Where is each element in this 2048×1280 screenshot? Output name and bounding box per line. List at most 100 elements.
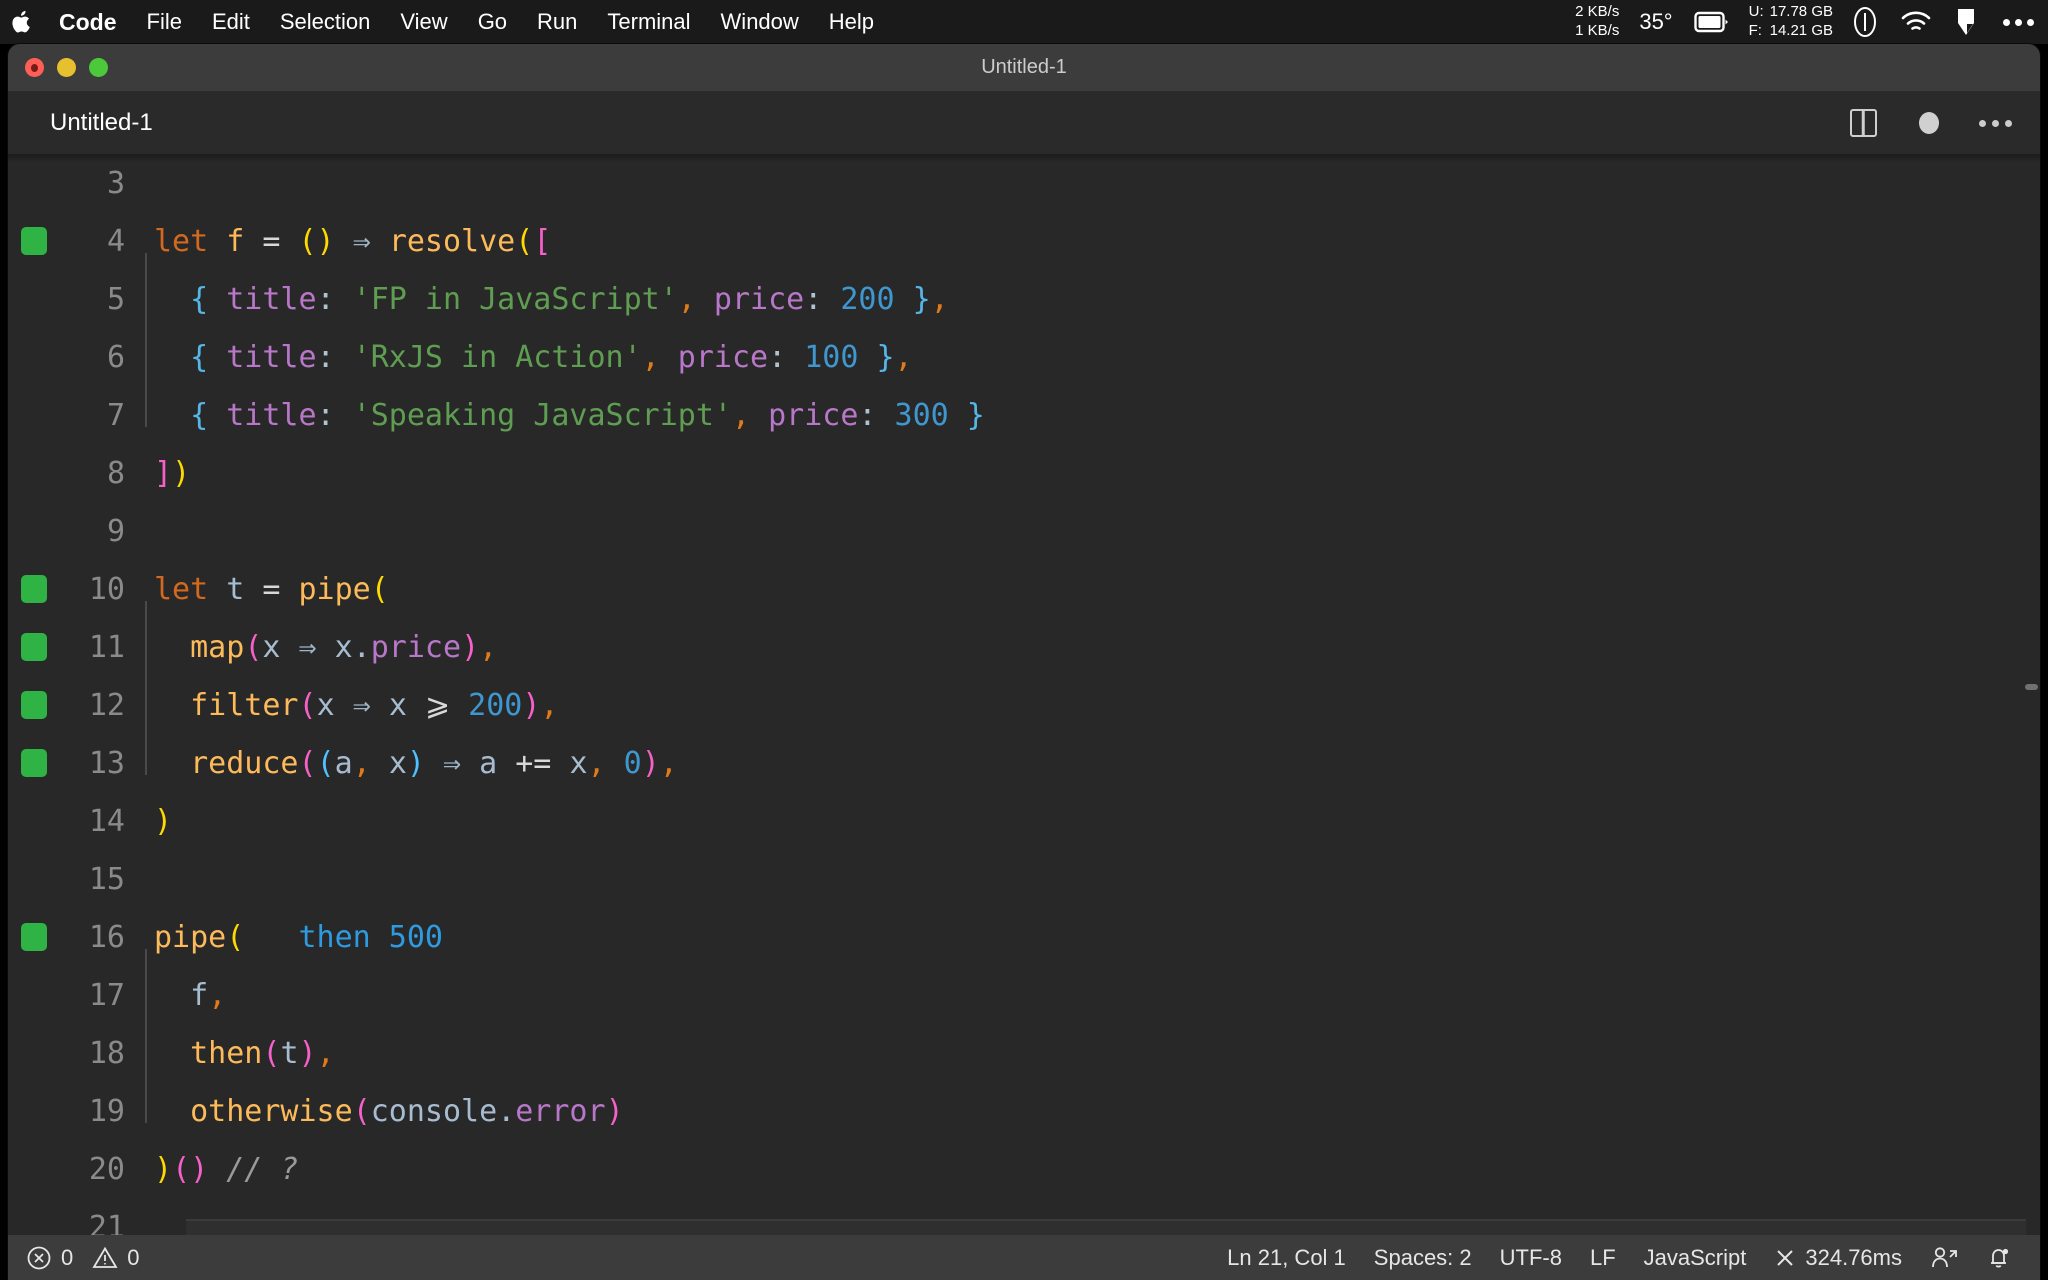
- problems-status[interactable]: 0 0: [26, 1235, 154, 1280]
- editor-action-bar: [1840, 92, 2018, 154]
- code-token: {: [190, 339, 209, 375]
- line-number: 7: [106, 397, 125, 433]
- code-line[interactable]: 17 f,: [8, 948, 2040, 1024]
- notifications-bell[interactable]: [1972, 1235, 2026, 1280]
- code-line[interactable]: 11 map(x ⇒ x.price),: [8, 600, 2040, 676]
- menu-item-run[interactable]: Run: [522, 0, 592, 44]
- battery-icon[interactable]: [1683, 10, 1741, 34]
- code-line-text: let f = () ⇒ resolve([: [143, 224, 551, 259]
- scrollbar-thumb[interactable]: [2025, 684, 2038, 690]
- menu-item-file[interactable]: File: [132, 0, 197, 44]
- menu-item-edit[interactable]: Edit: [197, 0, 265, 44]
- code-line[interactable]: 18 then(t),: [8, 1006, 2040, 1082]
- code-token: (: [352, 1093, 371, 1129]
- code-token: t: [226, 571, 245, 607]
- split-editor-right-button[interactable]: [1840, 100, 1886, 146]
- code-line[interactable]: 10 let t = pipe(: [8, 560, 2040, 618]
- code-line[interactable]: 7 { title: 'Speaking JavaScript', price:…: [8, 368, 2040, 444]
- menu-item-selection[interactable]: Selection: [265, 0, 386, 44]
- menu-item-help[interactable]: Help: [814, 0, 889, 44]
- indent-guide: [145, 658, 147, 717]
- maximize-button[interactable]: [89, 58, 108, 77]
- network-download-speed: 1 KB/s: [1575, 22, 1620, 39]
- close-button[interactable]: [25, 58, 44, 77]
- wifi-icon[interactable]: [1889, 10, 1943, 34]
- menu-item-go[interactable]: Go: [463, 0, 522, 44]
- code-line[interactable]: 19 otherwise(console.error): [8, 1064, 2040, 1140]
- code-token: ): [298, 1035, 317, 1071]
- ellipsis-icon: [1978, 119, 2012, 127]
- bell-dot-icon: [1986, 1245, 2012, 1271]
- code-token: ,: [352, 745, 371, 781]
- code-token: x: [569, 745, 588, 781]
- encoding-status[interactable]: UTF-8: [1486, 1235, 1576, 1280]
- indent-guide: [145, 1006, 147, 1065]
- memory-usage-indicator[interactable]: U: F: 17.78 GB 14.21 GB: [1741, 3, 1841, 41]
- network-speed-indicator[interactable]: 2 KB/s 1 KB/s: [1565, 3, 1629, 41]
- language-mode-status[interactable]: JavaScript: [1630, 1235, 1761, 1280]
- code-token: 'FP in JavaScript': [352, 281, 678, 317]
- remote-indicator[interactable]: [1916, 1235, 1972, 1280]
- code-token: 300: [894, 397, 949, 433]
- code-line[interactable]: 5 { title: 'FP in JavaScript', price: 20…: [8, 252, 2040, 328]
- code-line[interactable]: 20)() // ?: [8, 1140, 2040, 1198]
- menu-item-window[interactable]: Window: [706, 0, 814, 44]
- window-titlebar: Untitled-1: [8, 44, 2040, 92]
- code-line[interactable]: 9: [8, 502, 2040, 560]
- code-token: // ?: [226, 1151, 299, 1187]
- code-token: (: [298, 687, 317, 723]
- unsaved-indicator[interactable]: [1906, 100, 1952, 146]
- code-line[interactable]: 8]): [8, 444, 2040, 502]
- more-actions-button[interactable]: [1972, 100, 2018, 146]
- minimize-button[interactable]: [57, 58, 76, 77]
- code-token: ): [154, 803, 173, 839]
- menu-item-code[interactable]: Code: [44, 0, 132, 44]
- gutter-change-marker: [21, 227, 47, 255]
- code-line[interactable]: 3: [8, 154, 2040, 212]
- runtime-status[interactable]: 324.76ms: [1760, 1235, 1916, 1280]
- code-token: (): [298, 223, 335, 259]
- code-token: =: [262, 223, 281, 259]
- code-line-text: ]): [143, 456, 190, 491]
- code-line[interactable]: 4 let f = () ⇒ resolve([: [8, 212, 2040, 270]
- code-token: .: [352, 629, 371, 665]
- code-line[interactable]: 15: [8, 850, 2040, 908]
- code-line[interactable]: 6 { title: 'RxJS in Action', price: 100 …: [8, 310, 2040, 386]
- indent-guide: [145, 252, 147, 311]
- code-line[interactable]: 14): [8, 792, 2040, 850]
- code-token: let: [154, 571, 209, 607]
- code-token: ,: [930, 281, 949, 317]
- eol-status[interactable]: LF: [1576, 1235, 1630, 1280]
- menu-item-terminal[interactable]: Terminal: [592, 0, 705, 44]
- code-line[interactable]: 16 pipe( then 500: [8, 908, 2040, 966]
- clock-circle-icon[interactable]: [1841, 6, 1889, 38]
- indentation-status[interactable]: Spaces: 2: [1360, 1235, 1486, 1280]
- tab-label: Untitled-1: [50, 109, 153, 136]
- tab-untitled-1[interactable]: Untitled-1: [8, 92, 183, 154]
- cursor-position-status[interactable]: Ln 21, Col 1: [1213, 1235, 1360, 1280]
- apple-logo-icon[interactable]: [0, 9, 44, 35]
- code-token: (: [316, 745, 335, 781]
- flag-icon[interactable]: [1943, 7, 1989, 37]
- code-token: ): [522, 687, 541, 723]
- menu-item-view[interactable]: View: [385, 0, 462, 44]
- cpu-temperature[interactable]: 35°: [1629, 9, 1682, 35]
- editor-vertical-scrollbar[interactable]: [2022, 154, 2040, 1235]
- control-center-icon[interactable]: [1989, 18, 2048, 26]
- code-line[interactable]: 13 reduce((a, x) ⇒ a += x, 0),: [8, 716, 2040, 792]
- code-token: x: [316, 687, 335, 723]
- code-line[interactable]: 12 filter(x ⇒ x ⩾ 200),: [8, 658, 2040, 734]
- code-token: map: [190, 629, 245, 665]
- code-editor[interactable]: 3 4 let f = () ⇒ resolve([5 { title: 'FP i…: [8, 154, 2040, 1235]
